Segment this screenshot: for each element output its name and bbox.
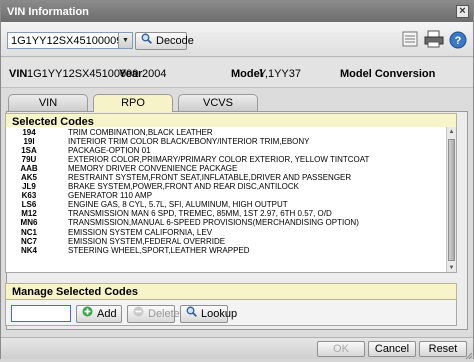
svg-text:?: ? bbox=[455, 35, 462, 47]
tab-vcvs[interactable]: VCVS bbox=[178, 94, 258, 111]
rpo-code: 19I bbox=[23, 137, 35, 147]
rpo-description: EMISSION SYSTEM,FEDERAL OVERRIDE bbox=[68, 236, 226, 246]
cancel-button[interactable]: Cancel bbox=[368, 341, 416, 357]
code-list-row[interactable]: 194 TRIM COMBINATION,BLACK LEATHER bbox=[6, 128, 446, 137]
add-icon bbox=[81, 306, 94, 322]
rpo-description: TRANSMISSION,MANUAL 6-SPEED PROVISIONS(M… bbox=[68, 218, 359, 228]
rpo-code: MN6 bbox=[20, 218, 38, 228]
code-list-row[interactable] bbox=[6, 264, 446, 272]
vehicle-info-row: VIN 1G1YY12SX45100009 Year 2004 Model Y,… bbox=[1, 58, 473, 88]
lookup-label: Lookup bbox=[201, 308, 238, 320]
rpo-code: JL9 bbox=[22, 182, 36, 192]
scroll-thumb[interactable] bbox=[448, 139, 455, 261]
code-list-row[interactable]: JL9 BRAKE SYSTEM,POWER,FRONT AND REAR DIS… bbox=[6, 182, 446, 191]
help-icon[interactable]: ? bbox=[449, 31, 469, 51]
rpo-code: AK5 bbox=[20, 173, 37, 183]
model-label: Model bbox=[231, 68, 263, 80]
model-value: Y,1YY37 bbox=[259, 68, 302, 80]
rpo-code: K63 bbox=[21, 191, 37, 201]
code-list-row[interactable]: 79U EXTERIOR COLOR,PRIMARY/PRIMARY COLOR … bbox=[6, 155, 446, 164]
tab-rpo[interactable]: RPO bbox=[93, 94, 173, 112]
list-icon[interactable] bbox=[401, 30, 421, 50]
dialog-title: VIN Information bbox=[7, 6, 89, 18]
rpo-code: NC7 bbox=[20, 236, 37, 246]
resize-grip-icon[interactable] bbox=[464, 350, 473, 360]
dialog-footer: OK Cancel Reset bbox=[1, 337, 473, 360]
rpo-code: 79U bbox=[21, 155, 37, 165]
rpo-description: TRIM COMBINATION,BLACK LEATHER bbox=[68, 128, 213, 137]
code-list-row[interactable]: AK5 RESTRAINT SYSTEM,FRONT SEAT,INFLATABL… bbox=[6, 173, 446, 182]
rpo-code: NK4 bbox=[20, 245, 37, 255]
rpo-description: GENERATOR 110 AMP bbox=[68, 191, 153, 201]
vin-combobox[interactable]: ▼ bbox=[7, 32, 133, 49]
rpo-code: NC1 bbox=[20, 227, 37, 237]
code-list-row[interactable]: 1SA PACKAGE-OPTION 01 bbox=[6, 146, 446, 155]
decode-button[interactable]: Decode bbox=[135, 32, 194, 50]
rpo-description: RESTRAINT SYSTEM,FRONT SEAT,INFLATABLE,D… bbox=[68, 173, 352, 183]
rpo-code: AAB bbox=[20, 164, 38, 174]
rpo-description: EXTERIOR COLOR,PRIMARY/PRIMARY COLOR EXT… bbox=[68, 155, 370, 165]
code-list-row[interactable]: MN6 TRANSMISSION,MANUAL 6-SPEED PROVISION… bbox=[6, 218, 446, 227]
toolbar: ▼ Decode ? bbox=[1, 22, 473, 57]
rpo-description: TRANSMISSION MAN 6 SPD, TREMEC, 85MM, 1S… bbox=[68, 209, 332, 219]
rpo-description: PACKAGE-OPTION 01 bbox=[68, 146, 151, 156]
ok-button[interactable]: OK bbox=[317, 341, 365, 357]
code-list-row[interactable]: M12 TRANSMISSION MAN 6 SPD, TREMEC, 85MM,… bbox=[6, 209, 446, 218]
scroll-down-icon[interactable]: ▼ bbox=[447, 263, 456, 272]
rpo-description: INTERIOR TRIM COLOR BLACK/EBONY/INTERIOR… bbox=[68, 137, 310, 147]
delete-button[interactable]: Delete bbox=[127, 305, 180, 323]
code-list-row[interactable]: NC1 EMISSION SYSTEM CALIFORNIA, LEV bbox=[6, 228, 446, 237]
delete-icon bbox=[132, 306, 145, 322]
vertical-scrollbar[interactable]: ▲ ▼ bbox=[446, 127, 456, 272]
rpo-description: BRAKE SYSTEM,POWER,FRONT AND REAR DISC,A… bbox=[68, 182, 299, 192]
rpo-description: MEMORY DRIVER CONVENIENCE PACKAGE bbox=[68, 164, 238, 174]
rpo-description: EMISSION SYSTEM CALIFORNIA, LEV bbox=[68, 227, 213, 237]
code-list-row[interactable]: NK4 STEERING WHEEL,SPORT,LEATHER WRAPPED bbox=[6, 246, 446, 255]
selected-codes-list[interactable]: 194 TRIM COMBINATION,BLACK LEATHER 19I INTE… bbox=[5, 127, 457, 273]
vin-input[interactable] bbox=[8, 33, 118, 48]
rpo-code: LS6 bbox=[21, 200, 37, 210]
scroll-up-icon[interactable]: ▲ bbox=[447, 127, 456, 137]
vin-information-dialog: VIN Information × ▼ Decode bbox=[0, 0, 474, 360]
close-icon[interactable]: × bbox=[456, 5, 469, 18]
code-list-row[interactable]: NC7 EMISSION SYSTEM,FEDERAL OVERRIDE bbox=[6, 237, 446, 246]
manage-codes-header: Manage Selected Codes bbox=[5, 283, 457, 300]
rpo-code: M12 bbox=[21, 209, 37, 219]
rpo-code: 194 bbox=[22, 128, 36, 137]
add-label: Add bbox=[97, 308, 117, 320]
title-bar[interactable]: VIN Information × bbox=[1, 1, 473, 22]
year-label: Year bbox=[119, 68, 143, 80]
code-list-row[interactable] bbox=[6, 255, 446, 264]
code-input[interactable] bbox=[11, 305, 71, 322]
rpo-code: 1SA bbox=[21, 146, 37, 156]
magnifier-icon bbox=[140, 33, 153, 49]
rpo-description: ENGINE GAS, 8 CYL, 5.7L, SFI, ALUMINUM, … bbox=[68, 200, 288, 210]
code-list-row[interactable]: LS6 ENGINE GAS, 8 CYL, 5.7L, SFI, ALUMINU… bbox=[6, 200, 446, 209]
rpo-description: STEERING WHEEL,SPORT,LEATHER WRAPPED bbox=[68, 245, 250, 255]
tab-vin[interactable]: VIN bbox=[8, 94, 88, 111]
add-button[interactable]: Add bbox=[76, 305, 122, 323]
code-list-row[interactable]: K63 GENERATOR 110 AMP bbox=[6, 191, 446, 200]
year-value: 2004 bbox=[142, 68, 167, 80]
model-conversion-label: Model Conversion bbox=[340, 68, 436, 80]
reset-button[interactable]: Reset bbox=[419, 341, 467, 357]
code-list-row[interactable]: AAB MEMORY DRIVER CONVENIENCE PACKAGE bbox=[6, 164, 446, 173]
chevron-down-icon[interactable]: ▼ bbox=[118, 33, 132, 48]
vin-label: VIN bbox=[9, 68, 28, 80]
decode-label: Decode bbox=[156, 35, 194, 47]
printer-icon[interactable] bbox=[423, 30, 444, 50]
delete-label: Delete bbox=[148, 308, 180, 320]
code-list-row[interactable]: 19I INTERIOR TRIM COLOR BLACK/EBONY/INTER… bbox=[6, 137, 446, 146]
magnifier-icon bbox=[185, 306, 198, 322]
lookup-button[interactable]: Lookup bbox=[180, 305, 237, 323]
